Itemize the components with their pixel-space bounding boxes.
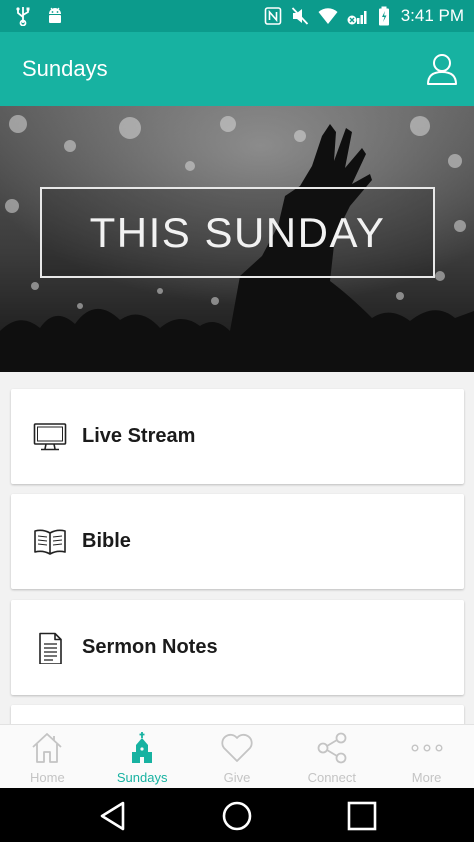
hero-banner[interactable]: THIS SUNDAY [0, 106, 474, 372]
book-icon [34, 529, 66, 555]
card-label: Bible [82, 530, 131, 552]
nav-label: Give [223, 770, 251, 785]
home-icon [32, 733, 63, 763]
status-bar: 3:41 PM [0, 0, 474, 32]
status-time: 3:41 PM [400, 6, 464, 25]
bottom-nav: Home Sundays Give Connect More [0, 724, 474, 788]
nav-item-more[interactable]: More [379, 725, 474, 789]
usb-icon [16, 7, 30, 26]
nav-item-give[interactable]: Give [190, 725, 285, 789]
more-icon [411, 744, 443, 752]
nav-label: More [411, 770, 442, 785]
nfc-icon [264, 7, 281, 25]
home-circle-icon[interactable] [220, 799, 254, 833]
back-icon[interactable] [96, 799, 130, 833]
battery-icon [378, 6, 389, 26]
nav-item-sundays[interactable]: Sundays [95, 725, 190, 789]
heart-icon [221, 733, 253, 762]
user-icon[interactable] [426, 52, 458, 86]
church-icon [132, 732, 153, 763]
nav-label: Connect [307, 770, 356, 785]
hero-title-box: THIS SUNDAY [40, 187, 435, 278]
card-label: Sermon Notes [82, 636, 218, 658]
signal-icon [347, 11, 367, 25]
hero-title: THIS SUNDAY [89, 208, 386, 256]
android-icon [49, 7, 61, 23]
app-bar: Sundays [0, 32, 474, 106]
sermon-notes-card[interactable]: Sermon Notes [11, 600, 464, 695]
list-item[interactable] [11, 705, 464, 724]
mute-icon [291, 7, 308, 25]
share-icon [317, 732, 347, 764]
nav-label: Sundays [116, 770, 168, 785]
live-stream-card[interactable]: Live Stream [11, 389, 464, 484]
card-label: Live Stream [82, 425, 196, 447]
bible-card[interactable]: Bible [11, 494, 464, 589]
nav-item-home[interactable]: Home [0, 725, 95, 789]
wifi-icon [318, 8, 338, 24]
document-icon [39, 632, 62, 664]
nav-label: Home [30, 770, 65, 785]
monitor-icon [33, 423, 67, 451]
recents-icon[interactable] [345, 799, 379, 833]
system-nav-bar [0, 788, 474, 842]
sunday-menu-list[interactable]: Live Stream Bible Sermon Notes [0, 372, 474, 724]
page-title: Sundays [22, 56, 108, 81]
nav-item-connect[interactable]: Connect [284, 725, 379, 789]
